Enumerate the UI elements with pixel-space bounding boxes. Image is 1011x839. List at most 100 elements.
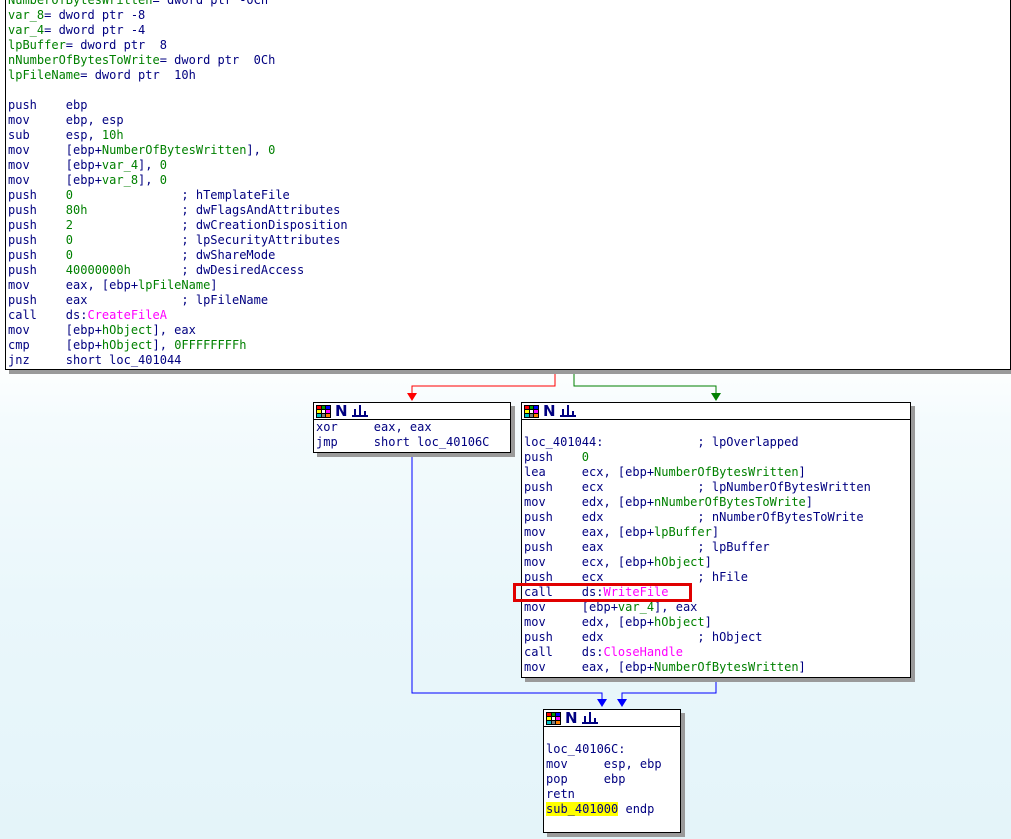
asm-line[interactable]: mov edx, [ebp+nNumberOfBytesToWrite] <box>524 495 910 510</box>
asm-line[interactable]: push eax ; lpFileName <box>8 293 1010 308</box>
asm-line[interactable]: mov ecx, [ebp+hObject] <box>524 555 910 570</box>
asm-num: 0 <box>65 188 74 202</box>
asm-line[interactable]: pop ebp <box>546 772 680 787</box>
asm-line[interactable] <box>546 727 680 742</box>
asm-comment: ; nNumberOfBytesToWrite <box>603 510 864 524</box>
asm-line[interactable]: lea ecx, [ebp+NumberOfBytesWritten] <box>524 465 910 480</box>
asm-label: var_8 <box>8 8 45 22</box>
bar-chart-icon[interactable] <box>581 712 598 724</box>
asm-num: 0 <box>159 173 167 187</box>
asm-default: endp <box>618 802 655 816</box>
asm-line[interactable]: push ebp <box>8 98 1010 113</box>
node-n-icon[interactable]: N <box>543 403 556 419</box>
asm-line[interactable]: mov [ebp+var_4], 0 <box>8 158 1010 173</box>
asm-line[interactable]: mov [ebp+NumberOfBytesWritten], 0 <box>8 143 1010 158</box>
asm-comment: ; dwDesiredAccess <box>130 263 305 277</box>
asm-line[interactable]: mov eax, [ebp+NumberOfBytesWritten] <box>524 660 910 675</box>
asm-line[interactable]: loc_401044: ; lpOverlapped <box>524 435 910 450</box>
asm-line[interactable]: mov edx, [ebp+hObject] <box>524 615 910 630</box>
asm-import: CloseHandle <box>603 645 683 659</box>
asm-line[interactable] <box>8 83 1010 98</box>
asm-line[interactable]: push eax ; lpBuffer <box>524 540 910 555</box>
asm-label: lpBuffer <box>8 38 66 52</box>
asm-comment: ; lpOverlapped <box>603 435 799 449</box>
asm-default: push <box>8 248 66 262</box>
asm-line[interactable]: mov [ebp+hObject], eax <box>8 323 1010 338</box>
asm-line[interactable]: push ecx ; lpNumberOfBytesWritten <box>524 480 910 495</box>
asm-line[interactable]: push 40000000h ; dwDesiredAccess <box>8 263 1010 278</box>
asm-line[interactable]: mov ebp, esp <box>8 113 1010 128</box>
writefile-callout-box <box>513 583 692 602</box>
node-n-icon[interactable]: N <box>335 403 348 419</box>
bar-chart-icon[interactable] <box>559 405 576 417</box>
asm-line[interactable]: sub_401000 endp <box>546 802 680 817</box>
asm-num: 40000000h <box>65 263 131 277</box>
asm-comment: ; lpNumberOfBytesWritten <box>603 480 871 494</box>
node-n-icon[interactable]: N <box>565 710 578 726</box>
asm-line[interactable]: push 0 ; lpSecurityAttributes <box>8 233 1010 248</box>
node-loc-40106c[interactable]: N loc_40106C: mov esp, ebp pop ebp retn sub_… <box>543 709 681 833</box>
edge-right-to-bottom <box>621 678 717 704</box>
asm-default: ] <box>798 660 806 674</box>
asm-default: ], eax <box>654 600 698 614</box>
asm-line[interactable]: call ds:CreateFileA <box>8 308 1010 323</box>
asm-label: lpFileName <box>8 68 81 82</box>
asm-line[interactable]: NumberOfBytesWritten= dword ptr -0Ch <box>8 0 1010 8</box>
node-header: N <box>544 710 680 727</box>
asm-default: call ds: <box>8 308 88 322</box>
asm-default: mov [ebp+ <box>8 158 102 172</box>
asm-default: pop ebp <box>546 772 626 786</box>
asm-line[interactable]: var_4= dword ptr -4 <box>8 23 1010 38</box>
edge-false-branch <box>411 372 556 398</box>
asm-line[interactable]: mov esp, ebp <box>546 757 680 772</box>
asm-line[interactable]: push 0 ; dwShareMode <box>8 248 1010 263</box>
asm-line[interactable]: mov eax, [ebp+lpFileName] <box>8 278 1010 293</box>
asm-line[interactable]: jnz short loc_401044 <box>8 353 1010 368</box>
asm-line[interactable]: var_8= dword ptr -8 <box>8 8 1010 23</box>
asm-line[interactable]: push 2 ; dwCreationDisposition <box>8 218 1010 233</box>
asm-default: jnz short loc_401044 <box>8 353 182 367</box>
graph-overview-icon[interactable] <box>316 404 331 418</box>
edge-right-arrow <box>617 699 627 707</box>
asm-line[interactable]: retn <box>546 787 680 802</box>
asm-num: 0 <box>581 450 590 464</box>
asm-default: push <box>524 450 582 464</box>
asm-line[interactable]: lpBuffer= dword ptr 8 <box>8 38 1010 53</box>
asm-line[interactable]: push edx ; nNumberOfBytesToWrite <box>524 510 910 525</box>
asm-line[interactable]: nNumberOfBytesToWrite= dword ptr 0Ch <box>8 53 1010 68</box>
node-loc-401044[interactable]: N loc_401044: ; lpOverlapped push 0 lea ec… <box>521 402 911 678</box>
asm-line[interactable] <box>524 420 910 435</box>
asm-default: push ecx <box>524 570 604 584</box>
asm-default: sub esp, <box>8 128 102 142</box>
asm-label: var_4 <box>101 158 139 172</box>
asm-comment: ; dwFlagsAndAttributes <box>87 203 341 217</box>
asm-line[interactable]: xor eax, eax <box>316 420 510 435</box>
asm-line[interactable]: loc_40106C: <box>546 742 680 757</box>
bar-chart-icon[interactable] <box>351 405 368 417</box>
node-lines: xor eax, eax jmp short loc_40106C <box>314 420 510 450</box>
asm-comment: ; hTemplateFile <box>73 188 290 202</box>
asm-comment: ; lpSecurityAttributes <box>73 233 341 247</box>
asm-default: = dword ptr -8 <box>44 8 146 22</box>
asm-line[interactable]: lpFileName= dword ptr 10h <box>8 68 1010 83</box>
asm-line[interactable]: push 80h ; dwFlagsAndAttributes <box>8 203 1010 218</box>
asm-line[interactable]: push edx ; hObject <box>524 630 910 645</box>
asm-line[interactable]: mov eax, [ebp+lpBuffer] <box>524 525 910 540</box>
asm-default: mov edx, [ebp+ <box>524 615 655 629</box>
asm-line[interactable]: mov [ebp+var_4], eax <box>524 600 910 615</box>
asm-line[interactable]: jmp short loc_40106C <box>316 435 510 450</box>
asm-line[interactable]: sub esp, 10h <box>8 128 1010 143</box>
asm-label: nNumberOfBytesToWrite <box>654 495 806 509</box>
asm-line[interactable]: push 0 ; hTemplateFile <box>8 188 1010 203</box>
node-error-path[interactable]: N xor eax, eax jmp short loc_40106C <box>313 402 511 453</box>
asm-line[interactable]: push 0 <box>524 450 910 465</box>
node-sub-401000-entry[interactable]: NumberOfBytesWritten= dword ptr -0Ch var_… <box>5 0 1011 370</box>
asm-comment: ; dwShareMode <box>73 248 276 262</box>
graph-overview-icon[interactable] <box>524 404 539 418</box>
asm-line[interactable]: call ds:CloseHandle <box>524 645 910 660</box>
graph-overview-icon[interactable] <box>546 711 561 725</box>
asm-default: ] <box>704 555 712 569</box>
asm-line[interactable]: cmp [ebp+hObject], 0FFFFFFFFh <box>8 338 1010 353</box>
asm-line[interactable]: mov [ebp+var_8], 0 <box>8 173 1010 188</box>
asm-default: ], <box>138 173 160 187</box>
